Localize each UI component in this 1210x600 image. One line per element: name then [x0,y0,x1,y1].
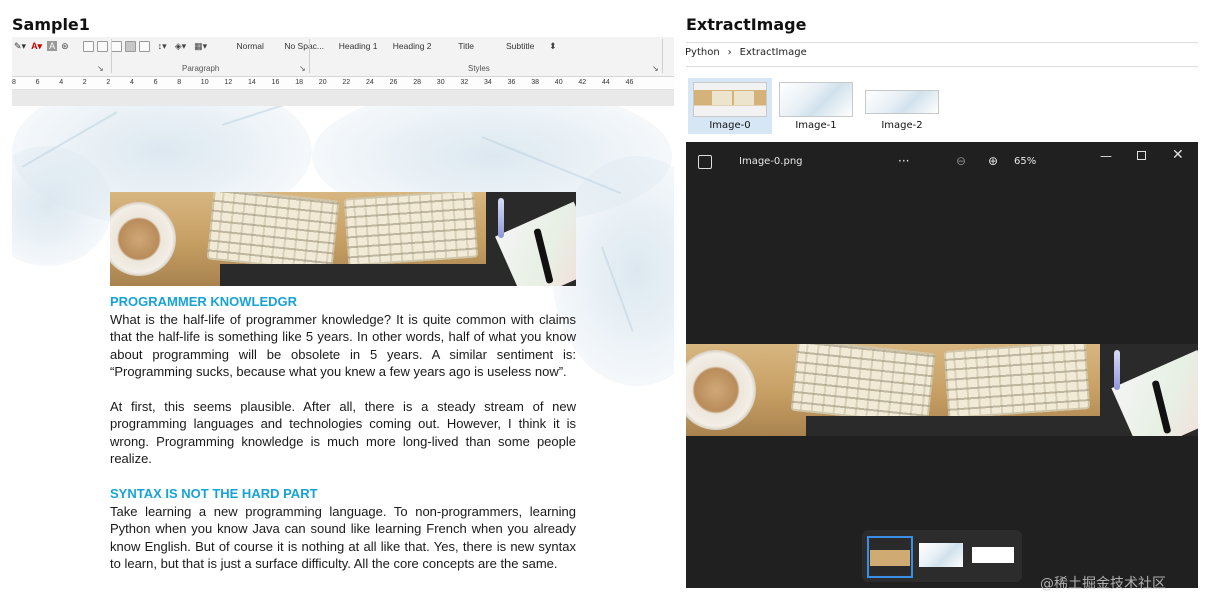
breadcrumb-separator: › [727,47,732,58]
line-spacing-icon[interactable]: ↕▾ [158,41,167,52]
borders-icon[interactable]: ▦▾ [194,41,207,52]
ruler-tick: 44 [602,79,610,86]
paragraph-dialog-icon[interactable]: ↘ [299,64,306,73]
title-divider [686,42,1198,43]
align-left-icon[interactable] [82,40,94,52]
ruler-tick: 24 [366,79,374,86]
ruler-tick: 26 [389,79,398,86]
style-title[interactable]: Title [439,41,493,51]
breadcrumb-extractimage[interactable]: ExtractImage [740,47,807,58]
styles-dialog-icon[interactable]: ↘ [652,64,659,73]
ruler-tick: 40 [554,79,563,86]
doc-heading-2: SYNTAX IS NOT THE HARD PART [110,486,318,501]
ruler-tick: 8 [12,79,16,86]
ruler-tick: 36 [507,79,516,86]
enclose-char-icon[interactable]: ⊛ [61,41,69,52]
ruler-tick: 38 [531,79,539,86]
thumb-preview-image-2 [865,90,939,114]
ruler-tick: 2 [82,79,87,86]
close-icon[interactable]: ✕ [1172,148,1184,162]
char-shading-icon[interactable]: A [47,41,58,51]
breadcrumb-divider [686,66,1198,67]
ribbon-format-row: ✎▾ A▾ A ⊛ ↕▾ ◈▾ ▦▾ Normal No Spac... Hea… [14,38,557,54]
style-subtitle[interactable]: Subtitle [493,41,547,51]
ruler-tick: 6 [35,79,40,86]
ruler-tick: 30 [436,79,445,86]
ruler-tick: 10 [200,79,209,86]
extractimage-title: ExtractImage [686,15,807,34]
ruler-tick: 42 [578,79,587,86]
font-dialog-icon[interactable]: ↘ [97,64,104,73]
distributed-icon[interactable] [138,40,150,52]
style-no-spacing[interactable]: No Spac... [277,41,331,51]
viewer-filename: Image-0.png [739,156,803,167]
file-thumb-image-0[interactable]: Image-0 [688,78,772,134]
ruler-tick: 8 [177,79,182,86]
filmstrip-thumb-image-0[interactable] [867,536,913,578]
zoom-out-icon[interactable]: ⊖ [956,155,966,167]
word-ribbon: ✎▾ A▾ A ⊛ ↕▾ ◈▾ ▦▾ Normal No Spac... Hea… [12,37,674,77]
document-page: PROGRAMMER KNOWLEDGR What is the half-li… [12,106,674,600]
watermark: @稀土掘金技术社区 [1040,576,1166,592]
photos-titlebar: Image-0.png ··· ⊖ ⊕ 65% — ✕ [686,142,1198,182]
ruler-tick: 14 [248,79,256,86]
ribbon-group-styles: Styles [468,64,490,73]
doc-paragraph-2: At first, this seems plausible. After al… [110,399,576,467]
doc-paragraph-3: Take learning a new programming language… [110,504,576,572]
ruler-tick: 34 [484,79,492,86]
ruler-tick: 46 [625,79,634,86]
ruler-tick: 4 [130,79,134,86]
document-banner-image[interactable] [110,192,576,286]
ruler-tick: 12 [224,79,233,86]
filmstrip [862,530,1022,582]
file-thumb-image-2[interactable]: Image-2 [860,78,944,134]
more-options-button[interactable]: ··· [898,154,909,168]
thumb-label-image-0: Image-0 [709,120,751,131]
filmstrip-thumb-image-1[interactable] [919,543,963,567]
photos-viewer-window: Image-0.png ··· ⊖ ⊕ 65% — ✕ [686,142,1198,588]
breadcrumb: Python › ExtractImage [685,47,807,58]
style-heading2[interactable]: Heading 2 [385,41,439,51]
doc-heading-1: PROGRAMMER KNOWLEDGR [110,294,298,309]
maximize-icon[interactable] [1137,151,1146,160]
filmstrip-thumb-image-2[interactable] [972,547,1014,563]
viewer-image [686,344,1198,436]
doc-paragraph-1: What is the half-life of programmer know… [110,312,576,380]
ruler-tick: 2 [106,79,111,86]
justify-icon[interactable] [124,40,136,52]
ruler-gap [12,90,674,106]
styles-scroll-icon[interactable]: ⬍ [549,41,557,52]
thumb-label-image-1: Image-1 [795,120,837,131]
zoom-in-icon[interactable]: ⊕ [988,155,998,167]
zoom-level: 65% [1014,156,1037,167]
align-right-icon[interactable] [110,40,122,52]
ruler-tick: 4 [59,79,64,86]
ruler-tick: 32 [460,79,469,86]
ruler-tick: 18 [295,79,303,86]
ruler-tick: 22 [342,79,351,86]
ruler-tick: 28 [413,79,421,86]
font-color-icon[interactable]: A▾ [31,41,42,52]
ruler-tick: 20 [318,79,327,86]
ruler-tick: 6 [153,79,158,86]
highlight-icon[interactable]: ✎▾ [14,41,26,52]
style-normal[interactable]: Normal [223,41,277,51]
thumb-preview-image-1 [779,82,853,117]
sample1-title: Sample1 [12,15,90,34]
shading-icon[interactable]: ◈▾ [175,41,186,52]
ruler-tick: 16 [271,79,280,86]
file-thumb-image-1[interactable]: Image-1 [774,78,858,134]
ribbon-group-paragraph: Paragraph [182,64,220,73]
align-center-icon[interactable] [96,40,108,52]
word-ruler: 8 6 4 2 2 4 6 8 10 12 14 16 18 20 22 24 26 28 30 32 34 36 38 40… [12,77,674,90]
photos-app-icon[interactable] [698,155,712,169]
breadcrumb-python[interactable]: Python [685,47,720,58]
style-heading1[interactable]: Heading 1 [331,41,385,51]
thumb-preview-image-0 [693,82,767,117]
minimize-icon[interactable]: — [1100,150,1112,162]
thumb-label-image-2: Image-2 [881,120,923,131]
